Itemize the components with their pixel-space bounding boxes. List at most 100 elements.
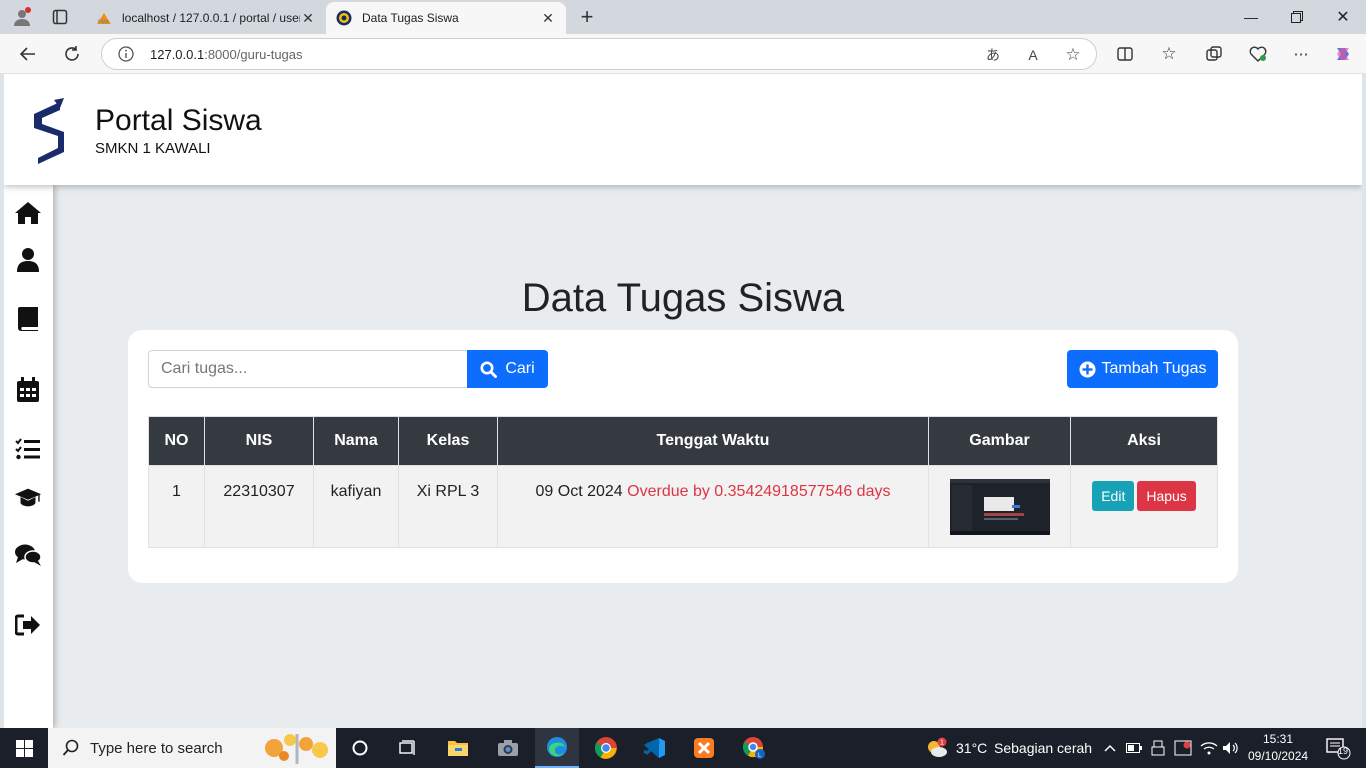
close-window-icon[interactable]: ✕	[1320, 0, 1366, 34]
clock-date: 09/10/2024	[1248, 749, 1309, 763]
table-row: 1 22310307 kafiyan Xi RPL 3 09 Oct 2024 …	[148, 465, 1218, 548]
more-menu-icon[interactable]: ⋯	[1288, 41, 1314, 67]
tab-actions-icon[interactable]	[50, 7, 70, 27]
cell-nama: kafiyan	[313, 465, 399, 548]
list-check-icon[interactable]	[14, 435, 42, 463]
system-clock[interactable]: 15:31 09/10/2024	[1248, 731, 1308, 765]
weather-icon[interactable]: 1	[924, 728, 950, 768]
add-task-label: Tambah Tugas	[1101, 360, 1207, 377]
sidebar	[4, 185, 53, 728]
plus-circle-icon	[1079, 361, 1096, 377]
delete-button[interactable]: Hapus	[1137, 481, 1196, 511]
vscode-icon[interactable]	[636, 728, 672, 768]
comments-icon[interactable]	[14, 541, 42, 569]
sign-out-icon[interactable]	[14, 611, 42, 639]
close-icon[interactable]: ✕	[300, 10, 316, 26]
search-icon	[62, 739, 79, 756]
content-card: Cari Tambah Tugas NO NIS Nama Kelas Teng…	[128, 330, 1238, 583]
tab-data-tugas[interactable]: Data Tugas Siswa ✕	[326, 2, 566, 34]
back-arrow-icon[interactable]	[14, 40, 42, 68]
battery-icon[interactable]	[1124, 728, 1144, 768]
column-header-gambar: Gambar	[928, 416, 1071, 466]
search-button[interactable]: Cari	[467, 350, 548, 388]
search-icon	[480, 361, 498, 378]
file-explorer-icon[interactable]	[440, 728, 476, 768]
browser-tab-bar: PMA localhost / 127.0.0.1 / portal / use…	[0, 0, 1366, 34]
column-header-aksi: Aksi	[1070, 416, 1218, 466]
column-header-nama: Nama	[313, 416, 399, 466]
tab-title: Data Tugas Siswa	[362, 11, 459, 25]
xampp-icon[interactable]	[686, 728, 722, 768]
school-logo[interactable]	[26, 98, 70, 166]
split-screen-icon[interactable]	[1112, 41, 1138, 67]
column-header-kelas: Kelas	[398, 416, 498, 466]
tasks-table: NO NIS Nama Kelas Tenggat Waktu Gambar A…	[148, 416, 1218, 548]
restore-icon[interactable]	[1274, 0, 1320, 34]
home-icon[interactable]	[14, 199, 42, 227]
refresh-icon[interactable]	[58, 40, 86, 68]
tab-phpmyadmin[interactable]: PMA localhost / 127.0.0.1 / portal / use…	[88, 2, 326, 34]
cell-gambar	[928, 465, 1071, 548]
address-bar: 127.0.0.1:8000/guru-tugas あ A ☆ ☆ ⋯	[0, 34, 1366, 74]
browser-essentials-icon[interactable]	[1245, 41, 1271, 67]
user-icon[interactable]	[14, 246, 42, 274]
favorites-icon[interactable]: ☆	[1156, 41, 1182, 67]
weather-temperature[interactable]: 31°C	[956, 728, 987, 768]
windows-start-icon[interactable]	[0, 728, 48, 768]
collections-icon[interactable]	[1201, 41, 1227, 67]
cell-aksi: Edit Hapus	[1070, 465, 1218, 548]
close-icon[interactable]: ✕	[540, 10, 556, 26]
task-image-thumbnail[interactable]	[949, 479, 1050, 535]
profile-icon[interactable]	[10, 5, 34, 29]
page-title: Data Tugas Siswa	[521, 276, 845, 320]
cell-nis: 22310307	[204, 465, 314, 548]
weather-badge: 1	[940, 740, 944, 747]
volume-icon[interactable]	[1220, 728, 1242, 768]
camera-icon[interactable]	[490, 728, 526, 768]
translate-icon[interactable]: あ	[982, 44, 1004, 66]
cell-kelas: Xi RPL 3	[398, 465, 498, 548]
due-date: 09 Oct 2024	[535, 483, 623, 500]
url-field[interactable]: 127.0.0.1:8000/guru-tugas あ A ☆	[101, 38, 1097, 70]
security-icon[interactable]	[1172, 728, 1194, 768]
taskbar-search-placeholder: Type here to search	[90, 739, 223, 757]
chrome-profile-icon[interactable]: L	[736, 728, 772, 768]
notification-icon[interactable]: 19	[1320, 728, 1356, 768]
search-input[interactable]	[148, 350, 468, 388]
read-aloud-icon[interactable]: A	[1022, 44, 1044, 66]
taskbar: Type here to search L 1 31°C Sebagian ce…	[0, 728, 1366, 768]
add-task-button[interactable]: Tambah Tugas	[1067, 350, 1218, 388]
site-title: Portal Siswa	[95, 104, 262, 137]
column-header-no: NO	[148, 416, 205, 466]
search-highlight-image	[260, 730, 334, 766]
wifi-icon[interactable]	[1198, 728, 1220, 768]
chrome-icon[interactable]	[588, 728, 624, 768]
book-icon[interactable]	[14, 305, 42, 333]
graduation-cap-icon[interactable]	[14, 483, 42, 511]
weather-description[interactable]: Sebagian cerah	[994, 728, 1092, 768]
task-view-icon[interactable]	[392, 728, 424, 768]
phpmyadmin-icon: PMA	[96, 10, 112, 26]
cortana-icon[interactable]	[344, 728, 376, 768]
site-header: Portal Siswa SMKN 1 KAWALI	[4, 74, 1362, 185]
usb-icon[interactable]	[1148, 728, 1168, 768]
column-header-tenggat-waktu: Tenggat Waktu	[497, 416, 929, 466]
taskbar-search[interactable]: Type here to search	[48, 728, 336, 768]
site-info-icon[interactable]	[118, 46, 134, 62]
new-tab-icon[interactable]: +	[576, 4, 598, 29]
url-host: 127.0.0.1	[150, 46, 205, 62]
chevron-up-icon[interactable]	[1100, 728, 1120, 768]
column-header-nis: NIS	[204, 416, 314, 466]
edge-browser-icon[interactable]	[535, 728, 579, 768]
copilot-icon[interactable]	[1330, 41, 1356, 67]
favorite-star-icon[interactable]: ☆	[1062, 44, 1084, 66]
table-header-row: NO NIS Nama Kelas Tenggat Waktu Gambar A…	[148, 416, 1218, 466]
web-page: Portal Siswa SMKN 1 KAWALI Data Tugas Si…	[4, 74, 1362, 728]
calendar-icon[interactable]	[14, 376, 42, 404]
clock-time: 15:31	[1262, 732, 1294, 746]
site-subtitle: SMKN 1 KAWALI	[95, 140, 211, 157]
school-logo-icon	[336, 10, 352, 26]
minimize-icon[interactable]: —	[1228, 0, 1274, 34]
edit-button[interactable]: Edit	[1092, 481, 1135, 511]
notification-count: 19	[1337, 746, 1348, 756]
